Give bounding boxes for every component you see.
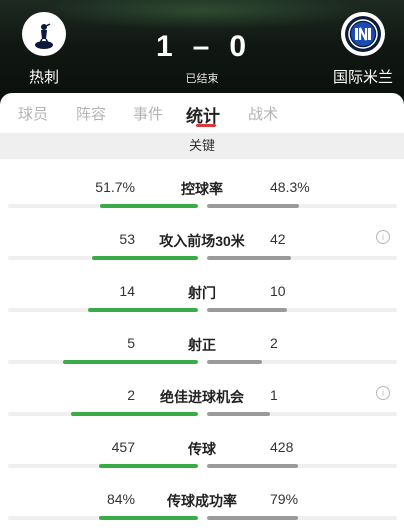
away-bar-fill — [207, 308, 287, 312]
tab-events[interactable]: 事件 — [133, 103, 163, 124]
score-separator: – — [192, 30, 212, 63]
home-stat-value: 14 — [119, 283, 135, 299]
stat-label: 传球成功率 — [167, 493, 237, 509]
away-bar-track — [207, 308, 397, 312]
home-bar-fill — [99, 204, 198, 208]
away-bar-track — [207, 516, 397, 520]
home-stat-value: 84% — [106, 491, 135, 507]
away-bar-fill — [207, 204, 299, 208]
home-bar-fill — [99, 464, 198, 468]
home-score: 1 — [155, 30, 175, 63]
away-bar-track — [207, 464, 397, 468]
stat-label: 绝佳进球机会 — [160, 389, 244, 405]
away-stat-value: 48.3% — [270, 179, 310, 195]
away-stat-value: 10 — [270, 283, 286, 299]
stat-label: 攻入前场30米 — [159, 233, 245, 249]
active-tab-indicator — [196, 124, 216, 127]
home-bar-track — [8, 516, 198, 520]
home-bar-fill — [87, 308, 198, 312]
home-bar-fill — [99, 516, 198, 520]
away-score: 0 — [229, 30, 249, 63]
tab-players[interactable]: 球员 — [18, 103, 48, 124]
stat-row: 457 传球 428 — [0, 433, 404, 485]
info-icon[interactable]: i — [376, 386, 390, 400]
stats-sheet: 球员 阵容 事件 统计 战术 关键 51.7% 控球率 48.3% 53 攻入前场30米… — [0, 93, 404, 530]
away-bar-track — [207, 204, 397, 208]
stat-row: 14 射门 10 — [0, 277, 404, 329]
away-bar-track — [207, 256, 397, 260]
stat-label: 射正 — [188, 337, 216, 353]
home-stat-value: 457 — [111, 439, 135, 455]
stat-row: 51.7% 控球率 48.3% — [0, 173, 404, 225]
home-bar-track — [8, 204, 198, 208]
tab-tactics[interactable]: 战术 — [248, 103, 278, 124]
section-header: 关键 — [0, 133, 404, 159]
away-stat-value: 2 — [270, 335, 278, 351]
home-bar-track — [8, 256, 198, 260]
stat-label: 控球率 — [181, 181, 223, 197]
home-stat-value: 51.7% — [95, 179, 135, 195]
away-bar-fill — [207, 360, 263, 364]
away-team[interactable]: 国际米兰 — [333, 12, 393, 87]
away-bar-fill — [207, 256, 291, 260]
stat-row: 53 攻入前场30米 42 i — [0, 225, 404, 277]
away-bar-track — [207, 412, 397, 416]
home-bar-track — [8, 464, 198, 468]
home-stat-value: 2 — [127, 387, 135, 403]
away-bar-fill — [207, 412, 270, 416]
match-header: 热刺 1–0 已结束 国际米兰 — [0, 0, 404, 104]
away-bar-fill — [207, 464, 299, 468]
tab-lineup[interactable]: 阵容 — [76, 103, 106, 124]
home-bar-track — [8, 360, 198, 364]
home-bar-fill — [63, 360, 198, 364]
stat-label: 射门 — [188, 285, 216, 301]
away-stat-value: 42 — [270, 231, 286, 247]
home-bar-track — [8, 308, 198, 312]
stat-row: 84% 传球成功率 79% — [0, 485, 404, 530]
home-bar-fill — [70, 412, 198, 416]
away-bar-track — [207, 360, 397, 364]
tab-bar: 球员 阵容 事件 统计 战术 — [0, 93, 404, 131]
away-bar-fill — [207, 516, 299, 520]
stat-row: 2 绝佳进球机会 1 i — [0, 381, 404, 433]
stat-row: 5 射正 2 — [0, 329, 404, 381]
info-icon[interactable]: i — [376, 230, 390, 244]
inter-crest-icon — [341, 12, 385, 56]
home-bar-fill — [91, 256, 198, 260]
home-stat-value: 53 — [119, 231, 135, 247]
stat-label: 传球 — [188, 441, 216, 457]
away-stat-value: 428 — [270, 439, 294, 455]
away-team-name: 国际米兰 — [333, 69, 394, 86]
away-stat-value: 1 — [270, 387, 278, 403]
home-stat-value: 5 — [127, 335, 135, 351]
away-stat-value: 79% — [270, 491, 299, 507]
home-bar-track — [8, 412, 198, 416]
